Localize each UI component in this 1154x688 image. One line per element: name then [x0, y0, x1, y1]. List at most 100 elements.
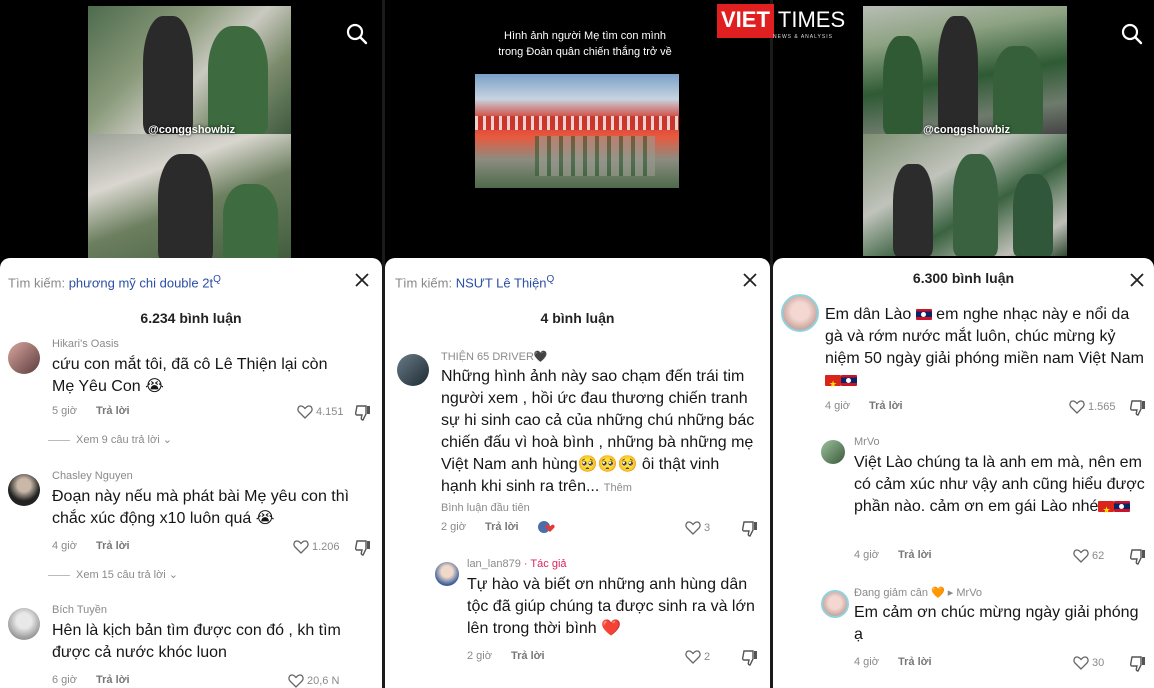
comments-sheet: Tìm kiếm: phương mỹ chi double 2tQ 6.234… — [0, 258, 382, 688]
like-button[interactable]: 1.565 — [1069, 399, 1116, 414]
dislike-icon[interactable] — [354, 404, 372, 422]
video-caption: Hình ảnh người Mẹ tìm con mình trong Đoà… — [498, 30, 672, 58]
avatar[interactable] — [821, 440, 845, 464]
view-replies-label: Xem 9 câu trả lời ⌄ — [76, 434, 172, 446]
dislike-icon[interactable] — [741, 649, 759, 667]
tiktok-panel-1: @conggshowbiz Tìm kiếm: phương mỹ chi do… — [0, 0, 382, 688]
video-player[interactable]: Hình ảnh người Mẹ tìm con mình trong Đoà… — [385, 0, 770, 262]
comment-username[interactable]: lan_lan879 · Tác giả — [467, 558, 567, 570]
comment-time: 6 giờ — [52, 674, 77, 686]
reply-item: lan_lan879 · Tác giả Tự hào và biết ơn n… — [435, 558, 765, 678]
like-button[interactable]: 62 — [1073, 548, 1104, 563]
comment-username[interactable]: Chasley Nguyen — [52, 470, 133, 482]
comment-text: Những hình ảnh này sao chạm đến trái tim… — [441, 366, 759, 499]
reply-username[interactable]: lan_lan879 — [467, 558, 521, 570]
heart-icon — [1069, 400, 1085, 414]
video-frame-bottom — [863, 134, 1067, 256]
comment-meta: 2 giờ Trả lời — [441, 521, 519, 533]
like-count: 1.565 — [1088, 400, 1116, 413]
comment-item: Bích Tuyền Hên là kịch bản tìm được con … — [8, 604, 378, 688]
comment-text: Em cảm ơn chúc mừng ngày giải phóng ạ — [854, 604, 1139, 643]
reply-button[interactable]: Trả lời — [96, 405, 130, 417]
reply-button[interactable]: Trả lời — [485, 521, 519, 533]
first-comment-tag: Bình luận đầu tiên — [441, 502, 530, 514]
related-search[interactable]: Tìm kiếm: phương mỹ chi double 2tQ — [8, 274, 221, 290]
comment-username[interactable]: Hikari's Oasis — [52, 338, 119, 350]
comment-meta: 4 giờ Trả lời — [854, 656, 932, 668]
close-icon[interactable] — [1129, 272, 1145, 288]
avatar[interactable] — [781, 294, 819, 332]
avatar[interactable] — [8, 474, 40, 506]
see-more-link[interactable]: Thêm — [604, 482, 632, 494]
like-button[interactable]: 4.151 — [297, 404, 344, 419]
reply-button[interactable]: Trả lời — [511, 650, 545, 662]
comment-count: 6.234 bình luận — [140, 310, 242, 326]
dislike-icon[interactable] — [1129, 399, 1147, 417]
comment-username[interactable]: Đang giảm cân 🧡 ▸ MrVo — [854, 586, 982, 599]
search-label: Tìm kiếm: — [8, 275, 66, 291]
comment-time: 4 giờ — [52, 540, 77, 552]
like-button[interactable]: 3 — [685, 520, 710, 535]
comment-username[interactable]: THIỆN 65 DRIVER🖤 — [441, 350, 548, 363]
like-count: 62 — [1092, 549, 1105, 562]
like-button[interactable]: 20,6 N — [288, 673, 339, 688]
video-frame-bottom — [88, 134, 291, 262]
comment-item: Em dân Lào em nghe nhạc này e nổi da gà … — [781, 294, 1149, 418]
search-query[interactable]: phương mỹ chi double 2t — [69, 275, 213, 290]
comment-meta: 4 giờ Trả lời — [825, 400, 903, 412]
comment-count: 4 bình luận — [540, 310, 615, 326]
reply-button[interactable]: Trả lời — [869, 400, 903, 412]
heart-icon — [293, 540, 309, 554]
heart-icon — [685, 650, 701, 664]
laos-flag-icon — [915, 309, 932, 321]
search-query[interactable]: NSƯT Lê Thiện — [456, 275, 547, 290]
comment-time: 2 giờ — [441, 521, 466, 533]
avatar[interactable] — [821, 590, 849, 618]
close-icon[interactable] — [354, 272, 370, 288]
comment-item: THIỆN 65 DRIVER🖤 Những hình ảnh này sao … — [397, 350, 767, 550]
reply-button[interactable]: Trả lời — [96, 674, 130, 686]
reply-button[interactable]: Trả lời — [96, 540, 130, 552]
comment-username[interactable]: Bích Tuyền — [52, 604, 107, 616]
author-badge: · Tác giả — [523, 558, 567, 570]
dislike-icon[interactable] — [1129, 548, 1147, 566]
vietnam-flag-icon — [1098, 499, 1115, 521]
comment-username[interactable]: MrVo — [854, 436, 880, 448]
view-replies-button[interactable]: Xem 9 câu trả lời ⌄ — [48, 433, 172, 446]
video-frame-top — [88, 6, 291, 134]
comment-text-body: Những hình ảnh này sao chạm đến trái tim… — [441, 368, 755, 495]
video-player[interactable]: @conggshowbiz — [0, 0, 382, 262]
reply-button[interactable]: Trả lời — [898, 549, 932, 561]
comment-item: Chasley Nguyen Đoạn này nếu mà phát bài … — [8, 470, 378, 581]
avatar[interactable] — [435, 562, 459, 586]
heart-icon — [1073, 549, 1089, 563]
search-small-icon: Q — [546, 274, 555, 285]
comment-time: 4 giờ — [854, 549, 879, 561]
comment-time: 2 giờ — [467, 650, 492, 662]
comment-text: Việt Lào chúng ta là anh em mà, nên em c… — [854, 452, 1154, 521]
like-button[interactable]: 2 — [685, 649, 710, 664]
vietnam-flag-icon — [825, 373, 841, 395]
comment-meta: 2 giờ Trả lời — [467, 650, 545, 662]
related-search[interactable]: Tìm kiếm: NSƯT Lê ThiệnQ — [395, 274, 554, 290]
dislike-icon[interactable] — [741, 520, 759, 538]
avatar[interactable] — [397, 354, 429, 386]
comment-meta: 4 giờ Trả lời — [52, 540, 130, 552]
laos-flag-icon — [1114, 501, 1131, 513]
avatar[interactable] — [8, 608, 40, 640]
avatar[interactable] — [8, 342, 40, 374]
dislike-icon[interactable] — [1129, 655, 1147, 673]
search-icon[interactable] — [345, 22, 369, 46]
view-replies-button[interactable]: Xem 15 câu trả lời ⌄ — [48, 568, 178, 581]
heart-icon — [685, 521, 701, 535]
watermark: @conggshowbiz — [148, 124, 236, 136]
like-count: 4.151 — [316, 405, 344, 418]
dislike-icon[interactable] — [354, 539, 372, 557]
close-icon[interactable] — [742, 272, 758, 288]
like-button[interactable]: 30 — [1073, 655, 1104, 670]
search-icon[interactable] — [1120, 22, 1144, 46]
comments-sheet: 6.300 bình luận Em dân Lào em nghe nhạc … — [773, 258, 1154, 688]
like-button[interactable]: 1.206 — [293, 539, 340, 554]
reply-button[interactable]: Trả lời — [898, 656, 932, 668]
heart-icon — [1073, 656, 1089, 670]
